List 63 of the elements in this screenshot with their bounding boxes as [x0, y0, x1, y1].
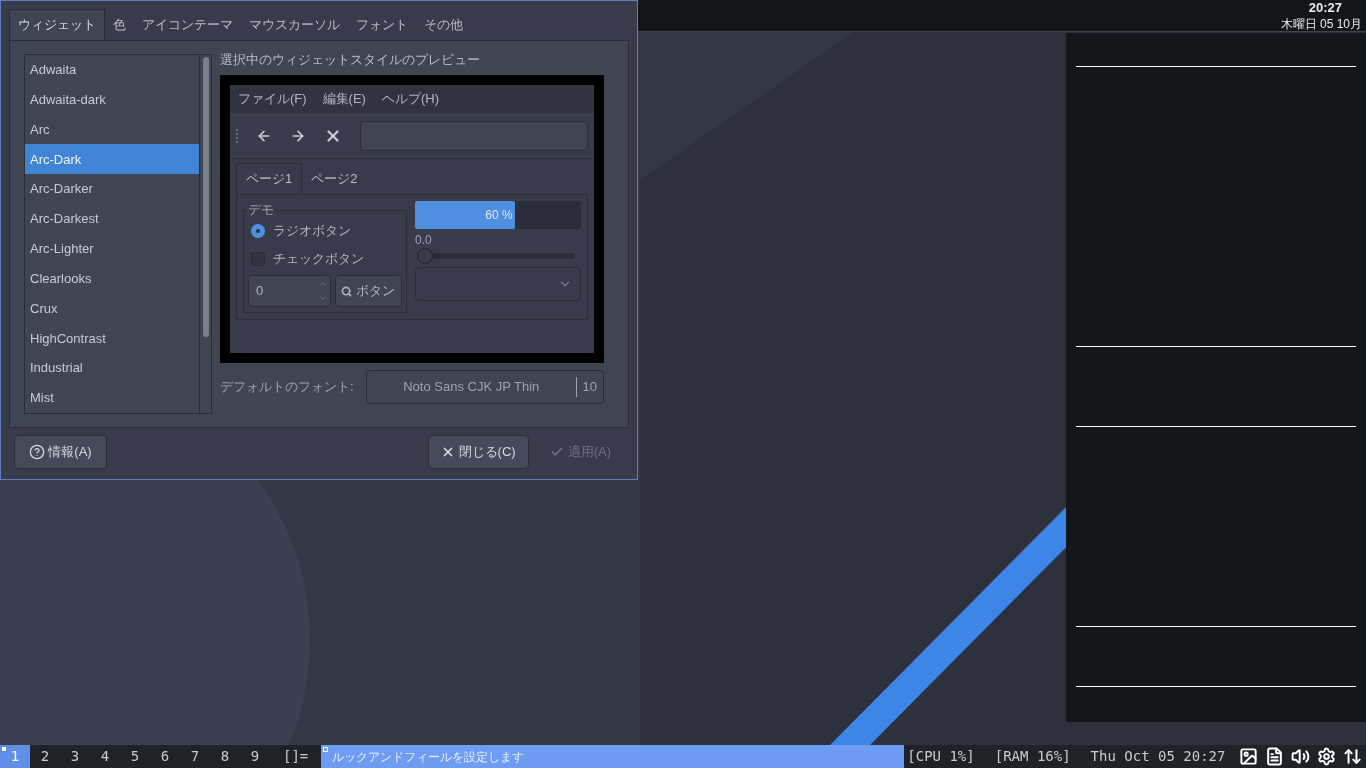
theme-list-item[interactable]: Adwaita-dark: [25, 84, 199, 115]
tab[interactable]: アイコンテーマ: [134, 9, 241, 40]
checkbox-label: チェックボタン: [273, 250, 364, 269]
layout-indicator[interactable]: []=: [270, 746, 322, 767]
workspace-button[interactable]: 5: [120, 745, 150, 768]
tab[interactable]: マウスカーソル: [241, 9, 348, 40]
scrollbar-thumb[interactable]: [202, 57, 209, 337]
tab[interactable]: ページ2: [302, 163, 367, 194]
group-title: デモ: [247, 202, 275, 218]
status-text: [CPU 1%]: [907, 747, 975, 766]
tab[interactable]: その他: [416, 9, 471, 40]
network-arrows-icon[interactable]: [1343, 747, 1362, 766]
tab[interactable]: ページ1: [236, 163, 303, 194]
workspace-button[interactable]: 9: [240, 745, 270, 768]
theme-list-item[interactable]: Arc: [25, 114, 199, 145]
info-button[interactable]: 情報(A): [14, 435, 107, 469]
search-button[interactable]: ボタン: [334, 275, 402, 307]
document-icon[interactable]: [1265, 747, 1284, 766]
theme-list-item[interactable]: Crux: [25, 293, 199, 324]
workspace-button[interactable]: 6: [150, 745, 180, 768]
tab[interactable]: ウィジェット: [9, 9, 105, 40]
progress-text: 60 %: [485, 207, 513, 224]
close-button[interactable]: 閉じる(C): [427, 435, 529, 469]
workspace-button[interactable]: 2: [30, 745, 60, 768]
workspace-button[interactable]: 7: [180, 745, 210, 768]
workspace-button[interactable]: 4: [90, 745, 120, 768]
workspace-button[interactable]: 3: [60, 745, 90, 768]
status-text: [RAM 16%]: [994, 747, 1071, 766]
theme-list-item[interactable]: Industrial: [25, 353, 199, 384]
search-icon: [341, 285, 353, 297]
image-icon[interactable]: [1239, 747, 1258, 766]
theme-list-item[interactable]: Arc-Darkest: [25, 204, 199, 234]
font-picker-button[interactable]: Noto Sans CJK JP Thin 10: [366, 370, 604, 404]
radio-label: ラジオボタン: [273, 222, 351, 241]
preview-title: 選択中のウィジェットスタイルのプレビュー: [220, 51, 481, 69]
clock-time: 20:27: [1308, 0, 1343, 16]
theme-list-item[interactable]: Clearlooks: [25, 263, 199, 294]
workspace-button[interactable]: 1: [0, 745, 30, 768]
menu-item[interactable]: ファイル(F): [238, 89, 307, 109]
settings-icon[interactable]: [1317, 747, 1336, 766]
check-icon: [549, 445, 564, 459]
clock-date: 木曜日 05 10月: [1280, 16, 1362, 32]
slider-thumb[interactable]: [417, 248, 433, 264]
tab[interactable]: 色: [105, 9, 134, 40]
status-text: Thu Oct 05 20:27: [1090, 747, 1226, 766]
theme-list-item[interactable]: Adwaita: [25, 55, 199, 85]
theme-list-item[interactable]: Mist: [25, 383, 199, 413]
theme-list-item[interactable]: Arc-Darker: [25, 174, 199, 205]
help-icon: [29, 444, 46, 460]
tab[interactable]: フォント: [348, 9, 416, 40]
theme-list-item[interactable]: Arc-Lighter: [25, 233, 199, 264]
theme-list-item[interactable]: Arc-Dark: [25, 144, 199, 175]
menu-item[interactable]: 編集(E): [322, 89, 366, 109]
window-title: ルックアンドフィールを設定します: [332, 748, 525, 766]
theme-list-item[interactable]: HighContrast: [25, 323, 199, 354]
menu-item[interactable]: ヘルプ(H): [381, 89, 439, 109]
volume-icon[interactable]: [1291, 747, 1310, 766]
slider-reading: 0.0: [415, 232, 433, 248]
address-field[interactable]: [360, 120, 588, 151]
slider[interactable]: [417, 248, 575, 264]
font-label: デフォルトのフォント:: [220, 378, 354, 397]
radio-button[interactable]: [251, 224, 265, 238]
workspace-button[interactable]: 8: [210, 745, 240, 768]
